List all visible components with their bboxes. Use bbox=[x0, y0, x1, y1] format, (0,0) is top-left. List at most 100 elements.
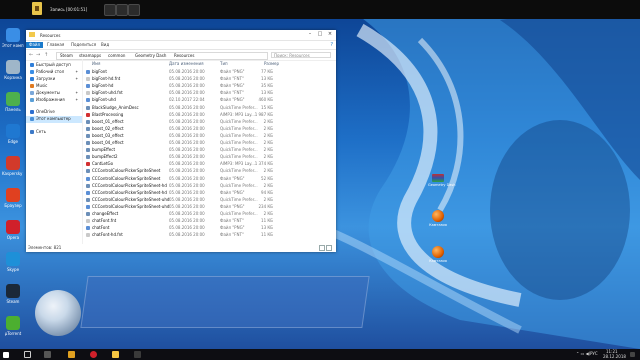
nav-item[interactable]: Загрузки bbox=[30, 76, 55, 82]
pin-icon[interactable]: ✦ bbox=[75, 70, 78, 74]
table-row[interactable]: boost_01_effect 05.08.2016 20:00 QuickTime… bbox=[84, 119, 334, 125]
help-icon[interactable]: ? bbox=[330, 42, 333, 48]
table-row[interactable]: CCControlColourPickerSpriteSheet-hd 05.08… bbox=[84, 183, 334, 189]
table-row[interactable]: bumpEffect 05.08.2016 20:00 QuickTime Pref… bbox=[84, 147, 334, 153]
file-type: Файл "PNG" bbox=[220, 203, 245, 209]
globe-gadget[interactable] bbox=[35, 290, 81, 336]
tray-icons[interactable]: ⌃ ▭ ◀) bbox=[576, 352, 590, 356]
pin-icon[interactable]: ✦ bbox=[75, 98, 78, 102]
table-row[interactable]: CCControlColourPickerSpriteSheet 05.08.20… bbox=[84, 168, 334, 174]
utorrent-icon bbox=[6, 316, 20, 330]
pause-button[interactable] bbox=[104, 4, 116, 16]
table-row[interactable]: BlastProcessing 05.08.2016 20:00 AIMP3: MP… bbox=[84, 112, 334, 118]
tab-file[interactable]: Файл bbox=[26, 42, 44, 48]
recorder-icon[interactable] bbox=[32, 2, 42, 15]
tab-share[interactable]: Поделиться bbox=[68, 42, 99, 48]
back-icon[interactable]: ← bbox=[29, 53, 34, 58]
document-icon bbox=[30, 91, 34, 95]
explorer-taskbar-icon[interactable] bbox=[68, 351, 75, 358]
table-row[interactable]: chatFont 05.08.2016 20:00 Файл "PNG" 13 КБ bbox=[84, 225, 334, 231]
task-view-icon[interactable] bbox=[44, 351, 51, 358]
desktop-shortcut[interactable]: Steam bbox=[2, 284, 24, 312]
recorder-taskbar-icon[interactable] bbox=[112, 351, 119, 358]
maximize-button[interactable]: □ bbox=[317, 32, 323, 38]
desktop-shortcut[interactable]: Geometry Dash bbox=[428, 174, 455, 187]
column-type[interactable]: Тип bbox=[220, 61, 228, 66]
settings-button[interactable] bbox=[128, 4, 140, 16]
desktop-shortcut[interactable]: Камтазия bbox=[428, 210, 448, 227]
file-date: 05.08.2016 20:00 bbox=[169, 232, 205, 238]
table-row[interactable]: bumpEffect2 05.08.2016 20:00 QuickTime Pre… bbox=[84, 154, 334, 160]
close-button[interactable]: × bbox=[327, 32, 333, 38]
file-explorer-window[interactable]: Resources – □ × Файл Главная Поделиться … bbox=[26, 30, 336, 252]
tab-view[interactable]: Вид bbox=[98, 42, 112, 48]
desktop-shortcut[interactable]: Opera bbox=[2, 220, 24, 248]
stop-button[interactable] bbox=[116, 4, 128, 16]
desktop-shortcut[interactable]: Этот компьютер bbox=[2, 28, 24, 56]
table-row[interactable]: bigFont-hd.fnt 05.08.2016 20:00 Файл "FNT"… bbox=[84, 76, 334, 82]
table-row[interactable]: BlackSludge_AnimDesc 05.08.2016 20:00 Quic… bbox=[84, 105, 334, 111]
nav-item[interactable]: Этот компьютер bbox=[30, 116, 71, 122]
table-row[interactable]: CCControlColourPickerSpriteSheet-uhd 05.0… bbox=[84, 197, 334, 203]
start-icon[interactable] bbox=[3, 352, 9, 358]
pin-icon[interactable]: ✦ bbox=[75, 91, 78, 95]
desktop-shortcut[interactable]: Корзина bbox=[2, 60, 24, 88]
up-icon[interactable]: ↑ bbox=[44, 53, 49, 58]
column-name[interactable]: Имя bbox=[92, 61, 100, 66]
column-date[interactable]: Дата изменения bbox=[169, 61, 204, 66]
forward-icon[interactable]: → bbox=[36, 53, 41, 58]
nav-item[interactable]: Изображения bbox=[30, 97, 65, 103]
tab-home[interactable]: Главная bbox=[44, 42, 67, 48]
nav-item[interactable]: Рабочий стол bbox=[30, 69, 64, 75]
pin-icon[interactable]: ✦ bbox=[75, 77, 78, 81]
clock-date[interactable]: 28.12.2018 bbox=[603, 355, 626, 359]
desktop-shortcut[interactable]: Камтазия bbox=[428, 246, 448, 263]
minimize-button[interactable]: – bbox=[307, 32, 313, 38]
table-row[interactable]: CantLetGo 05.08.2016 20:00 AIMP3: MP3 Lay.… bbox=[84, 161, 334, 167]
table-row[interactable]: boost_03_effect 05.08.2016 20:00 QuickTime… bbox=[84, 133, 334, 139]
file-size: 11 КБ bbox=[261, 232, 273, 238]
search-input[interactable]: Поиск: Resources bbox=[271, 52, 331, 58]
input-language[interactable]: РУС bbox=[590, 352, 598, 356]
computer-icon bbox=[30, 117, 34, 121]
search-icon[interactable] bbox=[24, 351, 31, 358]
table-row[interactable]: CCControlColourPickerSpriteSheet-uhd 05.0… bbox=[84, 204, 334, 210]
desktop-shortcut[interactable]: Kaspersky Free bbox=[2, 156, 24, 184]
table-row[interactable]: boost_04_effect 05.08.2016 20:00 QuickTime… bbox=[84, 140, 334, 146]
desktop-shortcut[interactable]: Браузер bbox=[2, 188, 24, 216]
table-row[interactable]: bigFont-hd 05.08.2016 20:00 Файл "PNG" 35 К… bbox=[84, 83, 334, 89]
nav-item[interactable]: Документы bbox=[30, 90, 60, 96]
table-row[interactable]: chatFont.fnt 05.08.2016 20:00 Файл "FNT" 11… bbox=[84, 218, 334, 224]
file-name: CantLetGo bbox=[92, 161, 114, 167]
file-size: 2 КБ bbox=[263, 132, 273, 138]
nav-item[interactable]: Music bbox=[30, 83, 47, 89]
nav-item[interactable]: OneDrive bbox=[30, 109, 55, 115]
table-row[interactable]: CCControlColourPickerSpriteSheet-hd 05.08… bbox=[84, 190, 334, 196]
details-view-button[interactable] bbox=[319, 245, 325, 251]
desktop-shortcut[interactable]: Skype bbox=[2, 252, 24, 280]
title-bar[interactable]: Resources – □ × bbox=[26, 30, 336, 41]
app-taskbar-icon[interactable] bbox=[134, 351, 141, 358]
table-row[interactable]: bigFont-uhd.fnt 05.08.2016 20:00 Файл "FNT… bbox=[84, 90, 334, 96]
opera-taskbar-icon[interactable] bbox=[90, 351, 97, 358]
table-row[interactable]: bigFont 05.08.2016 20:00 Файл "PNG" 77 КБ bbox=[84, 69, 334, 75]
taskbar: ⌃ ▭ ◀) РУС 11:21 28.12.2018 bbox=[0, 349, 640, 360]
desktop-shortcut-label: Этот компьютер bbox=[2, 43, 24, 48]
nav-item[interactable]: Быстрый доступ bbox=[30, 62, 71, 68]
tiles-view-button[interactable] bbox=[326, 245, 332, 251]
table-row[interactable]: CCControlColourPickerSpriteSheet 05.08.20… bbox=[84, 176, 334, 182]
table-row[interactable]: bigFont-uhd 02.10.2017 22:04 Файл "PNG" 460… bbox=[84, 97, 334, 103]
file-date: 05.08.2016 20:00 bbox=[169, 175, 205, 181]
desktop-shortcut[interactable]: Панель bbox=[2, 92, 24, 120]
desktop-shortcut[interactable]: µTorrent bbox=[2, 316, 24, 344]
desktop-shortcut[interactable]: Edge bbox=[2, 124, 24, 152]
table-row[interactable]: boost_02_effect 05.08.2016 20:00 QuickTime… bbox=[84, 126, 334, 132]
nav-item[interactable]: Сеть bbox=[30, 129, 46, 135]
file-date: 05.08.2016 20:00 bbox=[169, 218, 205, 224]
notifications-icon[interactable] bbox=[630, 352, 635, 357]
column-size[interactable]: Размер bbox=[264, 61, 279, 66]
file-date: 05.08.2016 20:00 bbox=[169, 161, 205, 167]
table-row[interactable]: changeEffect 05.08.2016 20:00 QuickTime Pr… bbox=[84, 211, 334, 217]
music-icon bbox=[30, 84, 34, 88]
table-row[interactable]: chatFont-hd.fnt 05.08.2016 20:00 Файл "FNT… bbox=[84, 232, 334, 238]
